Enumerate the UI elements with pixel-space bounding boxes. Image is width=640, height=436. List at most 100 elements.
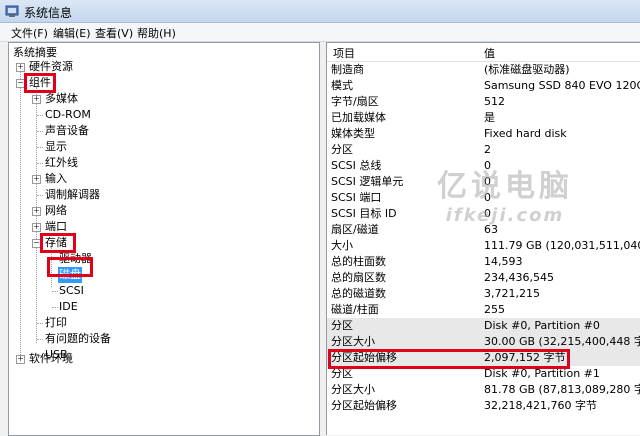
expand-plus-icon[interactable]: + — [32, 175, 41, 184]
row-item: 字节/扇区 — [331, 95, 379, 108]
row-item: 已加载媒体 — [331, 111, 386, 124]
menu-help[interactable]: 帮助(H) — [134, 25, 179, 41]
highlight-box — [328, 349, 570, 369]
tree-item-problem-devices[interactable]: 有问题的设备 — [45, 331, 111, 347]
menu-edit[interactable]: 编辑(E) — [50, 25, 94, 41]
row-value: 512 — [484, 95, 505, 108]
column-header-item[interactable]: 项目 — [333, 45, 355, 61]
row-value: 63 — [484, 223, 498, 236]
highlight-box — [40, 233, 76, 253]
row-value: 14,593 — [484, 255, 523, 268]
row-value: 255 — [484, 303, 505, 316]
tree-item-sound[interactable]: 声音设备 — [45, 123, 89, 139]
table-row[interactable]: 分区大小 81.78 GB (87,813,089,280 字节) — [327, 382, 640, 398]
table-row[interactable]: 模式 Samsung SSD 840 EVO 120GB ATA — [327, 78, 640, 94]
table-row[interactable]: 已加载媒体 是 — [327, 110, 640, 126]
tree-item-scsi[interactable]: SCSI — [59, 283, 84, 299]
expand-plus-icon[interactable]: + — [32, 95, 41, 104]
highlight-box — [47, 257, 93, 277]
row-item: 扇区/磁道 — [331, 223, 379, 236]
row-value: Disk #0, Partition #0 — [484, 319, 600, 332]
tree-line — [52, 291, 58, 292]
table-row[interactable]: 分区 2 — [327, 142, 640, 158]
table-row[interactable]: 大小 111.79 GB (120,031,511,040 字节) — [327, 238, 640, 254]
row-value: 0 — [484, 175, 491, 188]
table-row[interactable]: SCSI 总线 0 — [327, 158, 640, 174]
table-row[interactable]: 分区起始偏移 32,218,421,760 字节 — [327, 398, 640, 414]
row-value: 0 — [484, 207, 491, 220]
tree-item-software[interactable]: 软件环境 — [29, 351, 73, 367]
tree-item-input[interactable]: 输入 — [45, 171, 67, 187]
row-value: Fixed hard disk — [484, 127, 567, 140]
menu-bar: 文件(F) 编辑(E) 查看(V) 帮助(H) — [0, 23, 640, 42]
table-row[interactable]: 分区大小 30.00 GB (32,215,400,448 字节) — [327, 334, 640, 350]
row-value: 0 — [484, 191, 491, 204]
row-item: SCSI 逻辑单元 — [331, 175, 404, 188]
table-row[interactable]: SCSI 目标 ID 0 — [327, 206, 640, 222]
row-value: 是 — [484, 111, 495, 124]
expand-plus-icon[interactable]: + — [16, 63, 25, 72]
tree-item-ide[interactable]: IDE — [59, 299, 78, 315]
tree-line — [52, 307, 58, 308]
row-value: 30.00 GB (32,215,400,448 字节) — [484, 335, 640, 348]
menu-file[interactable]: 文件(F) — [8, 25, 51, 41]
row-item: SCSI 目标 ID — [331, 207, 397, 220]
row-item: 总的扇区数 — [331, 271, 386, 284]
highlight-box — [24, 73, 56, 93]
system-info-icon — [5, 5, 19, 17]
row-value: 0 — [484, 159, 491, 172]
tree-line — [37, 323, 43, 324]
column-header-value[interactable]: 值 — [484, 45, 495, 61]
tree-line — [20, 63, 21, 357]
row-item: 模式 — [331, 79, 353, 92]
tree-item-display[interactable]: 显示 — [45, 139, 67, 155]
tree-line — [37, 115, 43, 116]
row-value: 111.79 GB (120,031,511,040 字节) — [484, 239, 640, 252]
tree-line — [37, 131, 43, 132]
row-value: 81.78 GB (87,813,089,280 字节) — [484, 383, 640, 396]
expand-plus-icon[interactable]: + — [32, 207, 41, 216]
row-item: 制造商 — [331, 63, 364, 76]
table-row[interactable]: 制造商 (标准磁盘驱动器) — [327, 62, 640, 78]
expand-plus-icon[interactable]: + — [32, 223, 41, 232]
row-item: 分区 — [331, 319, 353, 332]
row-value: Samsung SSD 840 EVO 120GB ATA — [484, 79, 640, 92]
table-row[interactable]: 磁道/柱面 255 — [327, 302, 640, 318]
table-row[interactable]: 总的柱面数 14,593 — [327, 254, 640, 270]
tree-item-cdrom[interactable]: CD-ROM — [45, 107, 91, 123]
menu-view[interactable]: 查看(V) — [92, 25, 136, 41]
tree-line — [37, 195, 43, 196]
table-row[interactable]: SCSI 逻辑单元 0 — [327, 174, 640, 190]
row-value: 3,721,215 — [484, 287, 540, 300]
row-item: 分区大小 — [331, 335, 375, 348]
table-row[interactable]: 字节/扇区 512 — [327, 94, 640, 110]
tree-item-infrared[interactable]: 红外线 — [45, 155, 78, 171]
row-item: 总的柱面数 — [331, 255, 386, 268]
expand-plus-icon[interactable]: + — [16, 355, 25, 364]
tree-item-multimedia[interactable]: 多媒体 — [45, 91, 78, 107]
row-item: 磁道/柱面 — [331, 303, 379, 316]
row-value: 32,218,421,760 字节 — [484, 399, 597, 412]
category-tree[interactable]: 系统摘要 + 硬件资源 − 组件 + 多媒体 CD-ROM 声音设备 显示 红外… — [8, 42, 320, 436]
table-header: 项目 值 — [327, 43, 640, 62]
table-row[interactable]: 总的磁道数 3,721,215 — [327, 286, 640, 302]
details-table: 项目 值 制造商 (标准磁盘驱动器) 模式 Samsung SSD 840 EVO 1… — [326, 42, 640, 435]
row-item: 媒体类型 — [331, 127, 375, 140]
row-item: 总的磁道数 — [331, 287, 386, 300]
row-value: 2 — [484, 143, 491, 156]
table-row[interactable]: SCSI 端口 0 — [327, 190, 640, 206]
table-row[interactable]: 扇区/磁道 63 — [327, 222, 640, 238]
table-row[interactable]: 总的扇区数 234,436,545 — [327, 270, 640, 286]
tree-item-network[interactable]: 网络 — [45, 203, 67, 219]
title-bar: 系统信息 — [0, 0, 640, 23]
table-row[interactable]: 媒体类型 Fixed hard disk — [327, 126, 640, 142]
row-item: SCSI 端口 — [331, 191, 382, 204]
tree-item-modem[interactable]: 调制解调器 — [45, 187, 100, 203]
row-value: 234,436,545 — [484, 271, 554, 284]
tree-line — [37, 147, 43, 148]
tree-line — [37, 339, 43, 340]
table-row[interactable]: 分区 Disk #0, Partition #0 — [327, 318, 640, 334]
tree-line — [37, 163, 43, 164]
tree-item-printing[interactable]: 打印 — [45, 315, 67, 331]
row-item: 分区 — [331, 143, 353, 156]
